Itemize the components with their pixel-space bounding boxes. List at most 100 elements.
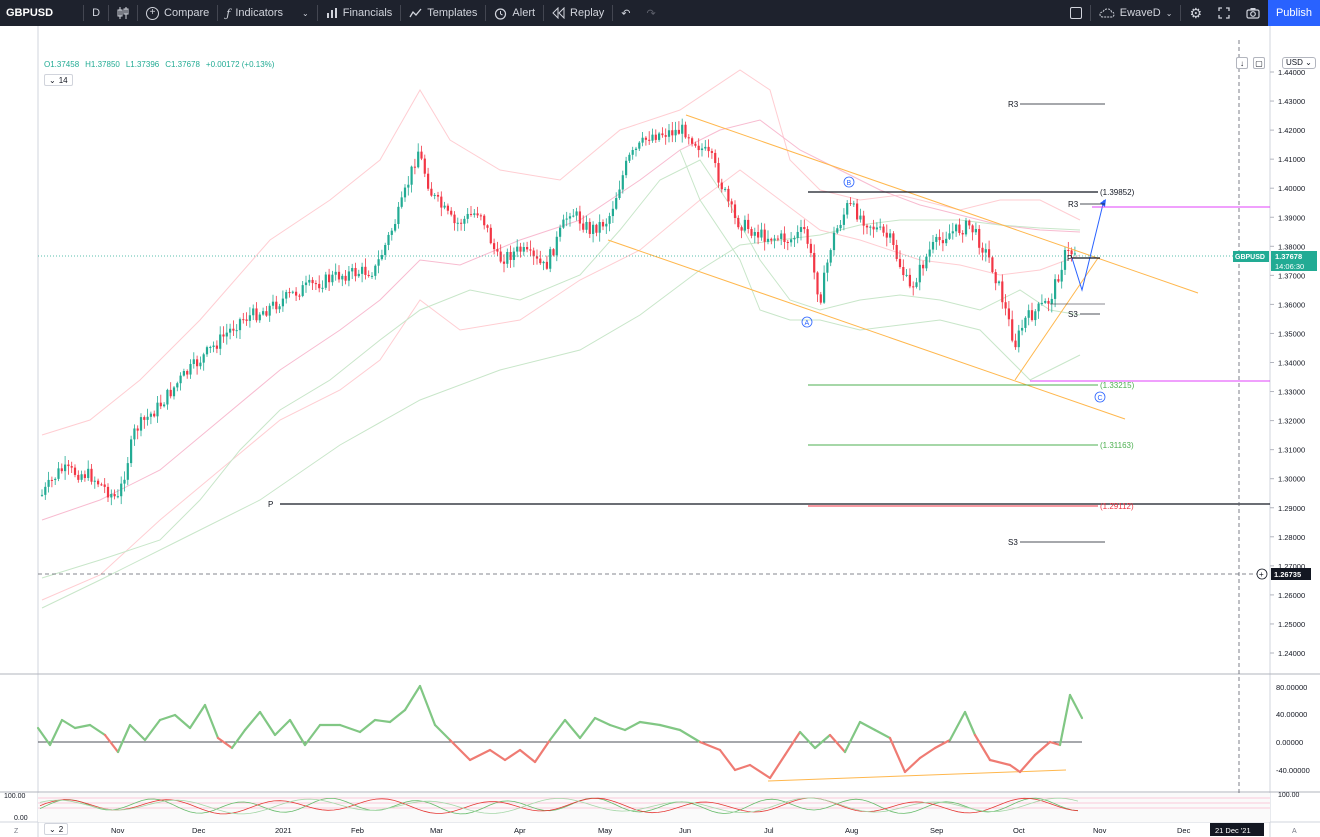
candle-body <box>1017 330 1020 348</box>
oscillator-segment <box>733 763 752 772</box>
candle-body <box>440 196 443 208</box>
indicator-input-badge[interactable]: ⌄ 2 <box>44 823 69 835</box>
candle-body <box>103 484 106 487</box>
candle-body <box>397 206 400 225</box>
currency-button[interactable]: USD ⌄ <box>1282 57 1316 69</box>
chart-area[interactable]: R3 S3 P R3 S3 P (1.39852) (1.33215) (1.3… <box>0 26 1320 837</box>
layout-toggle-button[interactable] <box>1062 0 1090 26</box>
candle-body <box>466 213 469 219</box>
oscillator-segment <box>1048 740 1062 747</box>
oscillator-segment <box>563 718 582 740</box>
chevron-down-icon: ⌄ <box>302 8 309 18</box>
candle-body <box>714 152 717 164</box>
candle-body <box>77 474 80 480</box>
scroll-down-button[interactable]: ↓ <box>1236 57 1248 69</box>
undo-button[interactable]: ↶ <box>613 0 638 26</box>
layout-name-label: EwaveD <box>1119 7 1161 19</box>
candle-body <box>862 215 865 226</box>
candle-body <box>469 213 473 215</box>
candle-body <box>644 137 647 140</box>
timezone-corner-label[interactable]: Z <box>14 828 19 835</box>
last-price-label: 1.37678 <box>1275 252 1302 261</box>
candle-body <box>941 240 944 244</box>
templates-button[interactable]: Templates <box>401 0 485 26</box>
candle-body <box>704 146 707 149</box>
oscillator-segment <box>933 738 952 750</box>
undo-icon: ↶ <box>621 7 631 20</box>
settings-button[interactable]: ⚙ <box>1181 0 1210 26</box>
interval-button[interactable]: D <box>84 0 108 26</box>
time-axis[interactable]: Nov Dec 2021 Feb Mar Apr May Jun Jul Aug Sep Oct Nov… <box>111 826 1191 835</box>
candle-body <box>275 301 278 310</box>
oscillator-segment <box>748 763 772 780</box>
candle-body <box>601 222 605 227</box>
candle-body <box>407 184 410 188</box>
candle-body <box>1004 302 1007 309</box>
channel-upper-line[interactable] <box>685 114 1199 294</box>
price-tick-label: 1.24000 <box>1278 649 1305 658</box>
candle-body <box>486 225 489 228</box>
candle-body <box>308 279 311 283</box>
candle-body <box>334 271 337 275</box>
candle-body <box>757 232 760 238</box>
candle-body <box>1021 327 1024 331</box>
candle-body <box>476 213 479 216</box>
candle-body <box>994 272 997 284</box>
candle-body <box>1037 303 1040 312</box>
candle-body <box>281 298 284 307</box>
indicators-button[interactable]: ƒ Indicators ⌄ <box>218 0 316 26</box>
legend-change: +0.00172 (+0.13%) <box>205 60 275 69</box>
candle-body <box>585 221 588 230</box>
time-tick-label: Oct <box>1013 826 1026 835</box>
candle-body <box>892 233 895 245</box>
candle-body <box>427 173 430 189</box>
candle-body <box>202 354 205 363</box>
oscillator-segment <box>813 733 832 750</box>
time-tick-label: Aug <box>845 826 858 835</box>
candle-body <box>912 286 915 288</box>
publish-button[interactable]: Publish <box>1268 0 1320 26</box>
auto-scale-corner-label[interactable]: A <box>1292 828 1297 835</box>
oscillator-segment <box>783 730 802 757</box>
fullscreen-button[interactable] <box>1210 0 1238 26</box>
layout-name-button[interactable]: EwaveD ⌄ <box>1091 0 1181 26</box>
indicator-input-badge[interactable]: ⌄ 14 <box>44 74 73 86</box>
compare-button[interactable]: + Compare <box>138 0 217 26</box>
chart-type-button[interactable] <box>109 0 137 26</box>
candle-body <box>628 154 631 161</box>
alert-button[interactable]: Alert <box>486 0 543 26</box>
oscillator-segment <box>468 748 492 762</box>
candle-body <box>278 306 281 310</box>
chevron-down-icon: ⌄ <box>1305 58 1312 67</box>
financials-button[interactable]: Financials <box>318 0 401 26</box>
candle-body <box>205 347 209 355</box>
candle-body <box>1027 310 1030 318</box>
replay-button[interactable]: Replay <box>544 0 612 26</box>
redo-button[interactable]: ↷ <box>639 0 664 26</box>
financials-label: Financials <box>342 7 393 19</box>
oscillator-segment <box>373 718 392 724</box>
chart-canvas[interactable]: R3 S3 P R3 S3 P (1.39852) (1.33215) (1.3… <box>0 26 1320 837</box>
oscillator-segment <box>638 720 662 727</box>
candle-body <box>793 237 796 240</box>
candle-body <box>671 130 674 136</box>
candle-body <box>869 226 872 228</box>
candle-body <box>598 222 601 233</box>
candle-body <box>582 223 585 230</box>
snapshot-button[interactable] <box>1238 0 1268 26</box>
projection-arrow[interactable] <box>1071 199 1105 292</box>
candles-icon <box>117 6 129 20</box>
candle-body <box>347 271 350 281</box>
oscillator-segment <box>798 730 817 750</box>
maximize-pane-button[interactable]: ▢ <box>1253 57 1265 69</box>
legend-high: H1.37850 <box>85 60 120 69</box>
price-tick-label: 1.43000 <box>1278 97 1305 106</box>
time-tick-label: Apr <box>514 826 526 835</box>
symbol-search-button[interactable]: GBPUSD <box>0 0 83 26</box>
band-line <box>41 159 1081 579</box>
candle-body <box>47 479 50 487</box>
candle-body <box>255 308 258 321</box>
candle-body <box>235 330 238 332</box>
price-tick-label: 1.30000 <box>1278 475 1305 484</box>
candle-body <box>83 474 86 478</box>
